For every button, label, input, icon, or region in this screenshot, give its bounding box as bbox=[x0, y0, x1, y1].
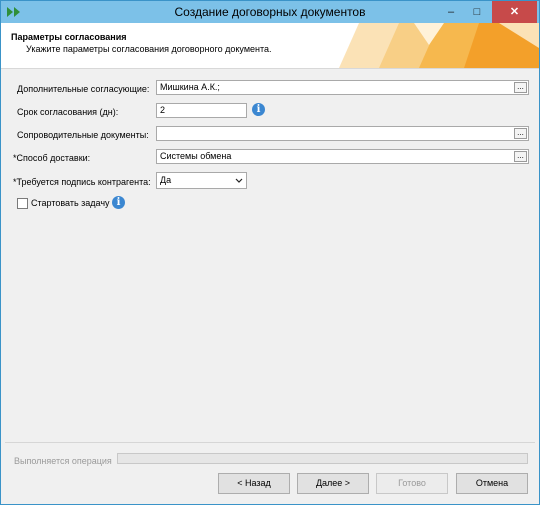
header-subtitle: Укажите параметры согласования договорно… bbox=[26, 44, 272, 54]
approvers-browse-button[interactable]: ... bbox=[514, 82, 527, 93]
divider bbox=[5, 442, 535, 443]
delivery-field[interactable]: Системы обмена ... bbox=[156, 149, 529, 164]
delivery-value: Системы обмена bbox=[160, 151, 232, 161]
signature-label: *Требуется подпись контрагента: bbox=[13, 177, 151, 187]
delivery-label: *Способ доставки: bbox=[13, 153, 91, 163]
term-value: 2 bbox=[160, 105, 166, 115]
wizard-header: Параметры согласования Укажите параметры… bbox=[1, 23, 539, 69]
signature-select[interactable]: Да bbox=[156, 172, 247, 189]
documents-browse-button[interactable]: ... bbox=[514, 128, 527, 139]
info-icon[interactable]: i bbox=[252, 103, 265, 116]
header-banner-graphic bbox=[339, 23, 539, 68]
documents-label: Сопроводительные документы: bbox=[17, 130, 149, 140]
approvers-value: Мишкина А.К.; bbox=[160, 82, 220, 92]
documents-field[interactable]: ... bbox=[156, 126, 529, 141]
header-title: Параметры согласования bbox=[11, 32, 127, 42]
progress-bar bbox=[117, 453, 528, 464]
cancel-button[interactable]: Отмена bbox=[456, 473, 528, 494]
delivery-browse-button[interactable]: ... bbox=[514, 151, 527, 162]
term-input[interactable]: 2 bbox=[156, 103, 247, 118]
next-button[interactable]: Далее > bbox=[297, 473, 369, 494]
close-button[interactable]: ✕ bbox=[492, 1, 537, 23]
dialog-window: Создание договорных документов – □ ✕ Пар… bbox=[0, 0, 540, 505]
signature-value: Да bbox=[160, 175, 172, 185]
start-task-label[interactable]: Стартовать задачу bbox=[31, 198, 110, 208]
status-label: Выполняется операция bbox=[14, 456, 112, 466]
info-icon[interactable]: i bbox=[112, 196, 125, 209]
back-button[interactable]: < Назад bbox=[218, 473, 290, 494]
chevron-down-icon bbox=[235, 178, 243, 183]
minimize-button[interactable]: – bbox=[438, 1, 464, 23]
maximize-button[interactable]: □ bbox=[464, 1, 490, 23]
approvers-field[interactable]: Мишкина А.К.; ... bbox=[156, 80, 529, 95]
title-bar: Создание договорных документов – □ ✕ bbox=[1, 1, 539, 23]
approvers-label: Дополнительные согласующие: bbox=[17, 84, 150, 94]
term-label: Срок согласования (дн): bbox=[17, 107, 119, 117]
start-task-checkbox[interactable] bbox=[17, 198, 28, 209]
done-button[interactable]: Готово bbox=[376, 473, 448, 494]
